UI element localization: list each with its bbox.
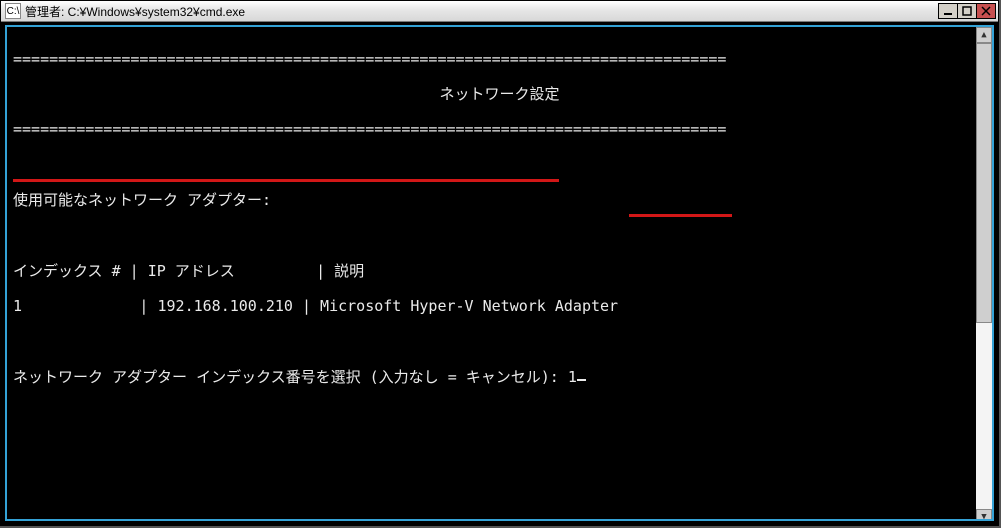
maximize-icon <box>962 6 972 16</box>
window-title: 管理者: C:¥Windows¥system32¥cmd.exe <box>25 3 939 20</box>
blank-line <box>7 334 992 352</box>
highlight-underline <box>629 214 732 217</box>
title-bar[interactable]: C:\ 管理者: C:¥Windows¥system32¥cmd.exe <box>1 1 998 22</box>
text-cursor <box>577 379 586 381</box>
window-controls <box>939 3 996 19</box>
section-title: ネットワーク設定 <box>7 86 992 104</box>
scroll-up-button[interactable]: ▲ <box>976 27 992 43</box>
scroll-thumb[interactable] <box>976 43 992 323</box>
highlight-underline <box>13 179 559 182</box>
prompt-line[interactable]: ネットワーク アダプター インデックス番号を選択 (入力なし = キャンセル):… <box>7 369 992 387</box>
hr-line: ========================================… <box>7 121 992 139</box>
cmd-window: C:\ 管理者: C:¥Windows¥system32¥cmd.exe ===… <box>0 0 999 526</box>
adapter-table-row: 1 | 192.168.100.210 | Microsoft Hyper-V … <box>7 298 992 316</box>
prompt-input: 1 <box>568 368 577 386</box>
adapter-table-header: インデックス # | IP アドレス | 説明 <box>7 263 992 281</box>
prompt-text: ネットワーク アダプター インデックス番号を選択 (入力なし = キャンセル): <box>13 368 568 386</box>
console-frame: ========================================… <box>5 25 994 521</box>
scroll-down-button[interactable]: ▼ <box>976 509 992 521</box>
close-icon <box>981 6 991 16</box>
scroll-track[interactable] <box>976 43 992 509</box>
minimize-icon <box>943 6 953 16</box>
vertical-scrollbar[interactable]: ▲ ▼ <box>976 27 992 521</box>
maximize-button[interactable] <box>957 3 977 19</box>
label-available-adapters: 使用可能なネットワーク アダプター: <box>7 192 992 210</box>
cmd-icon: C:\ <box>5 3 21 19</box>
blank-line <box>7 228 992 246</box>
minimize-button[interactable] <box>938 3 958 19</box>
hr-line: ========================================… <box>7 51 992 69</box>
console-output[interactable]: ========================================… <box>7 27 992 521</box>
close-button[interactable] <box>976 3 996 19</box>
blank-line <box>7 157 992 175</box>
